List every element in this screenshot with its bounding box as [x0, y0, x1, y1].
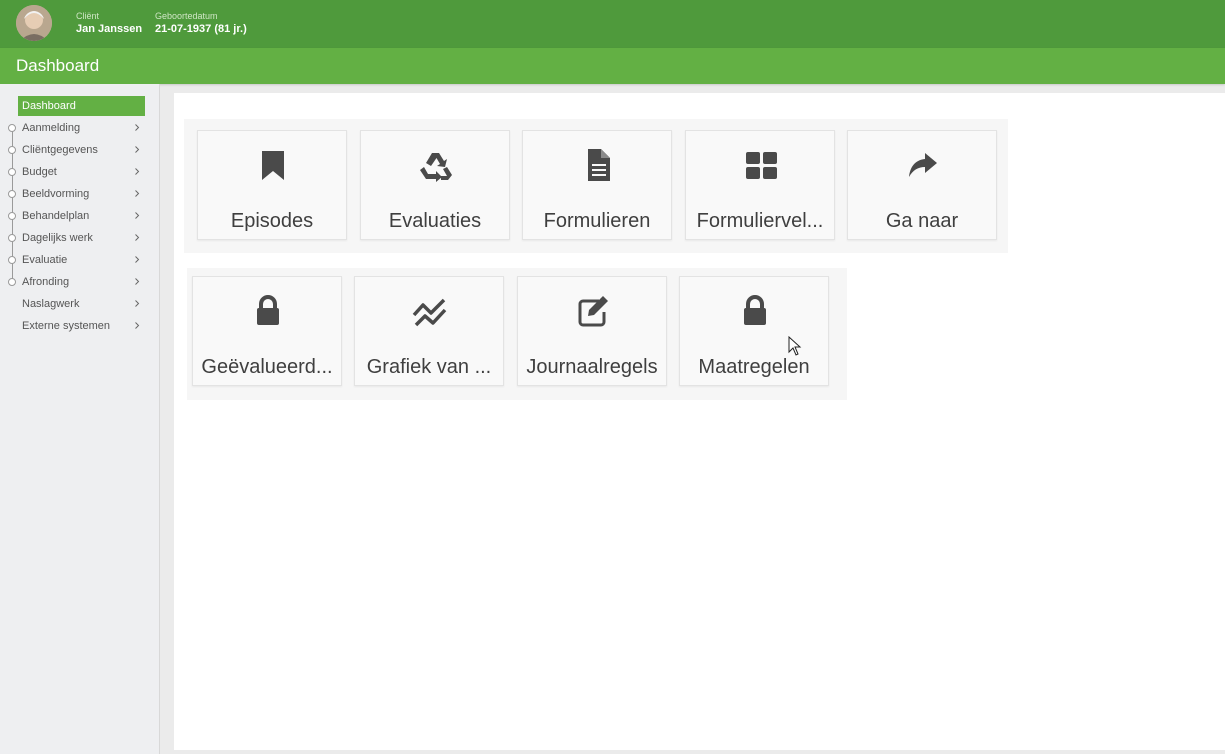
document-icon [588, 149, 610, 181]
chevron-right-icon [135, 300, 140, 307]
sidebar-item-behandelplan[interactable]: Behandelplan [18, 206, 145, 226]
page-title: Dashboard [16, 56, 100, 75]
tile-formuliervelden[interactable]: Formuliervel... [685, 130, 835, 240]
dob-label: Geboortedatum [155, 11, 218, 21]
sidebar-item-label: Afronding [22, 276, 70, 288]
lock-icon [744, 295, 766, 325]
line-chart-icon [412, 298, 447, 327]
nav-dot [8, 212, 16, 220]
edit-icon [578, 296, 608, 327]
nav-dot [8, 168, 16, 176]
tile-grafiek[interactable]: Grafiek van ... [354, 276, 504, 386]
sidebar-item-externe-systemen[interactable]: Externe systemen [18, 316, 145, 336]
sidebar-item-aanmelding[interactable]: Aanmelding [18, 118, 145, 138]
nav-dot [8, 234, 16, 242]
chevron-right-icon [135, 322, 140, 329]
chevron-right-icon [135, 190, 140, 197]
sidebar-item-label: Externe systemen [22, 320, 111, 332]
dob-info: Geboortedatum 21-07-1937 (81 jr.) [155, 11, 247, 36]
sidebar-item-label: Naslagwerk [22, 298, 80, 310]
sidebar-item-label: Budget [22, 166, 57, 178]
sidebar: Dashboard Aanmelding Cliëntgegevens Budg… [0, 84, 160, 754]
nav-dot [8, 190, 16, 198]
tile-label: Formuliervel... [696, 210, 824, 232]
chevron-right-icon [135, 278, 140, 285]
sidebar-item-label: Dashboard [22, 100, 76, 112]
sidebar-item-label: Beeldvorming [22, 188, 90, 200]
share-arrow-icon [909, 153, 937, 177]
sidebar-item-clientgegevens[interactable]: Cliëntgegevens [18, 140, 145, 160]
tile-label: Ga naar [885, 210, 959, 232]
bookmark-icon [262, 151, 284, 180]
sidebar-item-afronding[interactable]: Afronding [18, 272, 145, 292]
sidebar-item-label: Dagelijks werk [22, 232, 93, 244]
tile-maatregelen[interactable]: Maatregelen [679, 276, 829, 386]
sidebar-item-dagelijks-werk[interactable]: Dagelijks werk [18, 228, 145, 248]
sidebar-item-label: Behandelplan [22, 210, 90, 222]
sidebar-item-label: Cliëntgegevens [22, 144, 98, 156]
chevron-right-icon [135, 234, 140, 241]
tile-ga-naar[interactable]: Ga naar [847, 130, 997, 240]
sidebar-item-naslagwerk[interactable]: Naslagwerk [18, 294, 145, 314]
nav-dot [8, 124, 16, 132]
client-avatar[interactable] [16, 5, 52, 41]
client-header: Cliënt Jan Janssen Geboortedatum 21-07-1… [0, 0, 1225, 48]
tile-label: Geëvalueerd... [201, 356, 333, 378]
chevron-right-icon [135, 124, 140, 131]
tile-evaluaties[interactable]: Evaluaties [360, 130, 510, 240]
sidebar-item-label: Aanmelding [22, 122, 81, 134]
sidebar-item-budget[interactable]: Budget [18, 162, 145, 182]
sidebar-item-dashboard[interactable]: Dashboard [18, 96, 145, 116]
nav-dot [8, 256, 16, 264]
nav-dot [8, 146, 16, 154]
tile-label: Grafiek van ... [366, 356, 492, 378]
tile-label: Journaalregels [526, 356, 658, 378]
chevron-right-icon [135, 212, 140, 219]
sidebar-item-label: Evaluatie [22, 254, 68, 266]
chevron-right-icon [135, 146, 140, 153]
client-info: Cliënt Jan Janssen [76, 11, 142, 36]
grid-icon [746, 152, 777, 179]
title-bar: Dashboard [0, 48, 1225, 84]
lock-icon [257, 295, 279, 325]
sidebar-item-evaluatie[interactable]: Evaluatie [18, 250, 145, 270]
dob-value: 21-07-1937 (81 jr.) [155, 23, 247, 35]
tile-geevalueerd[interactable]: Geëvalueerd... [192, 276, 342, 386]
tile-label: Episodes [230, 210, 314, 232]
client-label: Cliënt [76, 11, 100, 21]
tile-label: Maatregelen [698, 356, 810, 378]
chevron-right-icon [135, 256, 140, 263]
tile-formulieren[interactable]: Formulieren [522, 130, 672, 240]
sidebar-item-beeldvorming[interactable]: Beeldvorming [18, 184, 145, 204]
tile-episodes[interactable]: Episodes [197, 130, 347, 240]
tile-label: Evaluaties [388, 210, 482, 232]
recycle-icon [420, 153, 452, 182]
tile-label: Formulieren [543, 210, 651, 232]
client-name: Jan Janssen [76, 23, 143, 35]
mouse-cursor-icon [788, 336, 802, 356]
tile-journaalregels[interactable]: Journaalregels [517, 276, 667, 386]
chevron-right-icon [135, 168, 140, 175]
nav-dot [8, 278, 16, 286]
